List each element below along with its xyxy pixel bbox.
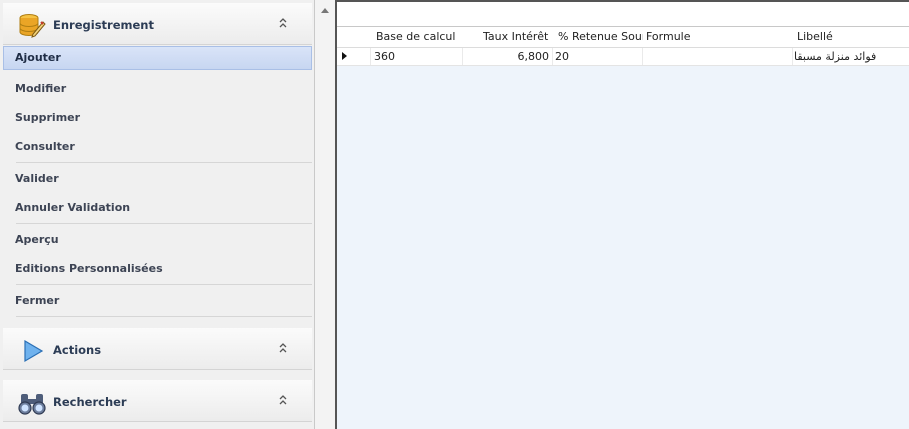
cell-retenue-source[interactable]: 20: [555, 50, 569, 63]
column-header-retenue-source[interactable]: % Retenue Source: [558, 30, 643, 43]
collapse-chevron-icon[interactable]: [276, 340, 290, 356]
column-header-taux-interet[interactable]: Taux Intérêt: [483, 30, 553, 43]
group-title-rechercher: Rechercher: [53, 395, 127, 409]
cell-libelle[interactable]: فوائد منزلة مسبقا: [794, 50, 876, 63]
menu-item-consulter[interactable]: Consulter: [3, 135, 312, 159]
cell-divider: [462, 48, 463, 65]
group-header-enregistrement[interactable]: Enregistrement: [3, 3, 312, 45]
menu-item-editions-personnalisees[interactable]: Editions Personnalisées: [3, 257, 312, 281]
column-header-formule[interactable]: Formule: [646, 30, 786, 43]
menu-item-annuler-validation[interactable]: Annuler Validation: [3, 196, 312, 220]
menu-separator: [16, 284, 312, 285]
menu-separator: [16, 162, 312, 163]
vertical-scrollbar[interactable]: [315, 0, 335, 429]
menu-separator: [16, 316, 312, 317]
cell-divider: [792, 48, 793, 65]
cell-base-de-calcul[interactable]: 360: [374, 50, 395, 63]
cell-divider: [370, 48, 371, 65]
collapse-chevron-icon[interactable]: [276, 15, 290, 31]
table-row[interactable]: 360 6,800 20 فوائد منزلة مسبقا: [337, 48, 909, 66]
group-header-rechercher[interactable]: Rechercher: [3, 380, 312, 422]
data-grid: Base de calcul Taux Intérêt % Retenue So…: [335, 0, 909, 429]
column-header-base-de-calcul[interactable]: Base de calcul: [376, 30, 462, 43]
cell-taux-interet[interactable]: 6,800: [513, 50, 550, 63]
group-title-enregistrement: Enregistrement: [53, 18, 154, 32]
menu-item-apercu[interactable]: Aperçu: [3, 228, 312, 252]
group-title-actions: Actions: [53, 343, 102, 357]
column-header-libelle[interactable]: Libellé: [797, 30, 907, 43]
play-arrow-icon: [24, 339, 44, 363]
cell-divider: [642, 48, 643, 65]
menu-separator: [16, 223, 312, 224]
menu-item-fermer[interactable]: Fermer: [3, 289, 312, 313]
cell-divider: [552, 48, 553, 65]
scroll-up-arrow-icon[interactable]: [321, 8, 329, 13]
database-pencil-icon: [19, 14, 46, 38]
group-header-actions[interactable]: Actions: [3, 328, 312, 370]
row-indicator-arrow-icon: [342, 52, 347, 60]
binoculars-icon: [18, 394, 46, 415]
menu-item-supprimer[interactable]: Supprimer: [3, 106, 312, 130]
menu-item-valider[interactable]: Valider: [3, 167, 312, 191]
side-menu-panel: Enregistrement Ajouter Modifier Supprime…: [0, 0, 315, 429]
grid-group-panel: [337, 2, 909, 27]
grid-header-row: Base de calcul Taux Intérêt % Retenue So…: [337, 27, 909, 48]
menu-item-ajouter[interactable]: Ajouter: [3, 46, 312, 70]
collapse-chevron-icon[interactable]: [276, 392, 290, 408]
menu-item-modifier[interactable]: Modifier: [3, 77, 312, 101]
